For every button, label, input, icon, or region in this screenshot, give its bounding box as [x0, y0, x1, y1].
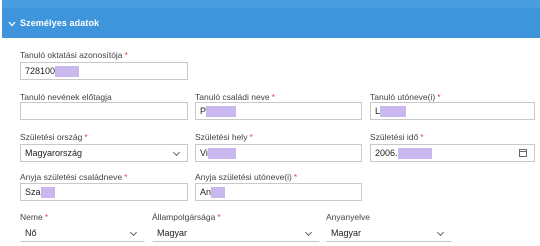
chevron-down-icon[interactable] — [436, 228, 445, 237]
redaction-mask — [206, 105, 237, 117]
field-label-utonev: Tanuló utóneve(i) * — [370, 92, 441, 102]
field-label-anyja-csaladi-nev: Anyja születési családneve * — [20, 172, 128, 182]
szuletesi-ido-input[interactable]: 2006. — [370, 144, 535, 162]
utonev-input[interactable]: L — [370, 102, 535, 120]
nev-elotag-input[interactable] — [20, 102, 188, 120]
redaction-mask — [397, 147, 432, 159]
field-label-allampolgarsag: Állampolgársága * — [152, 212, 221, 222]
required-marker: * — [44, 212, 48, 222]
field-label-anyja-utonev: Anyja születési utóneve(i) * — [195, 172, 298, 182]
required-marker: * — [124, 172, 128, 182]
required-marker: * — [124, 50, 128, 60]
required-marker: * — [217, 212, 221, 222]
panel-header-bar[interactable]: Személyes adatok — [2, 8, 540, 38]
anyja-csaladi-nev-input[interactable]: Sza — [20, 183, 188, 201]
required-marker: * — [437, 92, 441, 102]
field-label-neme: Neme * — [20, 212, 48, 222]
required-marker: * — [420, 132, 424, 142]
field-label-csaladi-nev: Tanuló családi neve * — [195, 92, 275, 102]
redaction-mask — [55, 65, 80, 77]
calendar-icon[interactable] — [519, 149, 527, 157]
redaction-mask — [207, 147, 236, 159]
panel-title: Személyes adatok — [20, 18, 100, 28]
field-label-anyanyelv: Anyanyelve — [326, 212, 370, 222]
field-label-oktatasi-azonosito: Tanuló oktatási azonosítója * — [20, 50, 128, 60]
chevron-down-icon[interactable] — [129, 228, 138, 237]
required-marker: * — [84, 132, 88, 142]
allampolgarsag-select[interactable]: Magyar — [152, 224, 320, 242]
anyanyelv-select[interactable]: Magyar — [326, 224, 452, 242]
redaction-mask — [40, 186, 55, 198]
field-label-nev-elotag: Tanuló nevének előtagja — [20, 92, 112, 102]
szuletesi-hely-input[interactable]: Vi — [195, 144, 362, 162]
anyja-utonev-input[interactable]: An — [195, 183, 362, 201]
csaladi-nev-input[interactable]: P — [195, 102, 362, 120]
neme-select[interactable]: Nő — [20, 224, 145, 242]
panel-header: Személyes adatok — [2, 0, 540, 38]
chevron-down-icon[interactable] — [172, 148, 181, 157]
required-marker: * — [249, 132, 253, 142]
required-marker: * — [293, 172, 298, 182]
field-label-szuletesi-hely: Születési hely * — [195, 132, 253, 142]
oktatasi-azonosito-input[interactable]: 728100 — [20, 62, 188, 80]
chevron-down-icon[interactable] — [304, 228, 313, 237]
chevron-down-icon[interactable] — [8, 14, 16, 32]
field-label-szuletesi-orszag: Születési ország * — [20, 132, 88, 142]
field-label-szuletesi-ido: Születési idő * — [370, 132, 424, 142]
szuletesi-orszag-select[interactable]: Magyarország — [20, 144, 188, 162]
required-marker: * — [271, 92, 275, 102]
redaction-mask — [211, 186, 226, 198]
redaction-mask — [380, 105, 407, 117]
